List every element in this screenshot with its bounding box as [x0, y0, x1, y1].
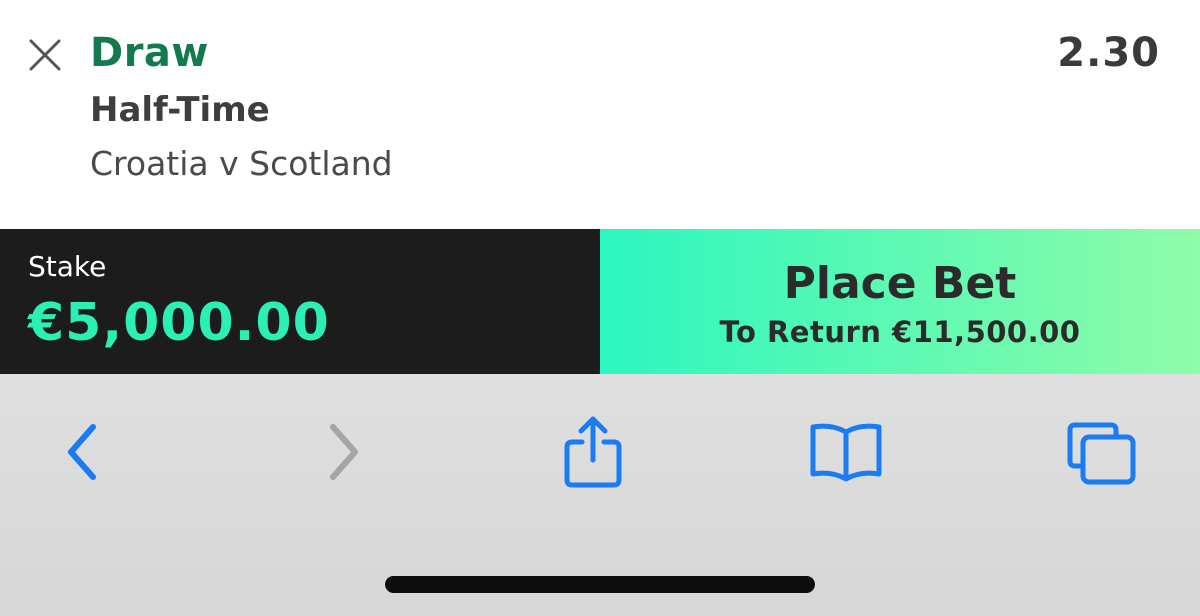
market-name: Half-Time [90, 90, 270, 130]
forward-button[interactable] [303, 412, 383, 492]
close-icon [29, 39, 61, 71]
chevron-right-icon [330, 424, 358, 480]
potential-return: To Return €11,500.00 [719, 315, 1081, 349]
stake-input-panel[interactable]: Stake €5,000.00 [0, 229, 600, 374]
selection-name: Draw [90, 30, 209, 76]
bet-selection-card: Draw 2.30 Half-Time Croatia v Scotland [0, 0, 1200, 229]
stake-amount[interactable]: €5,000.00 [28, 291, 330, 355]
back-button[interactable] [43, 412, 123, 492]
book-icon [810, 423, 882, 482]
browser-toolbar [0, 374, 1200, 616]
event-name: Croatia v Scotland [90, 144, 393, 183]
tabs-icon [1067, 422, 1136, 485]
selection-odds: 2.30 [1057, 30, 1160, 76]
remove-selection-button[interactable] [24, 34, 66, 76]
chevron-left-icon [68, 424, 96, 480]
bookmarks-button[interactable] [806, 412, 886, 492]
share-icon [564, 416, 622, 488]
share-button[interactable] [553, 412, 633, 492]
tabs-button[interactable] [1062, 412, 1142, 492]
stake-label: Stake [28, 250, 107, 283]
app-root: Draw 2.30 Half-Time Croatia v Scotland S… [0, 0, 1200, 616]
home-indicator [385, 576, 815, 593]
place-bet-button[interactable]: Place Bet To Return €11,500.00 [600, 229, 1200, 374]
place-bet-label: Place Bet [783, 258, 1017, 309]
